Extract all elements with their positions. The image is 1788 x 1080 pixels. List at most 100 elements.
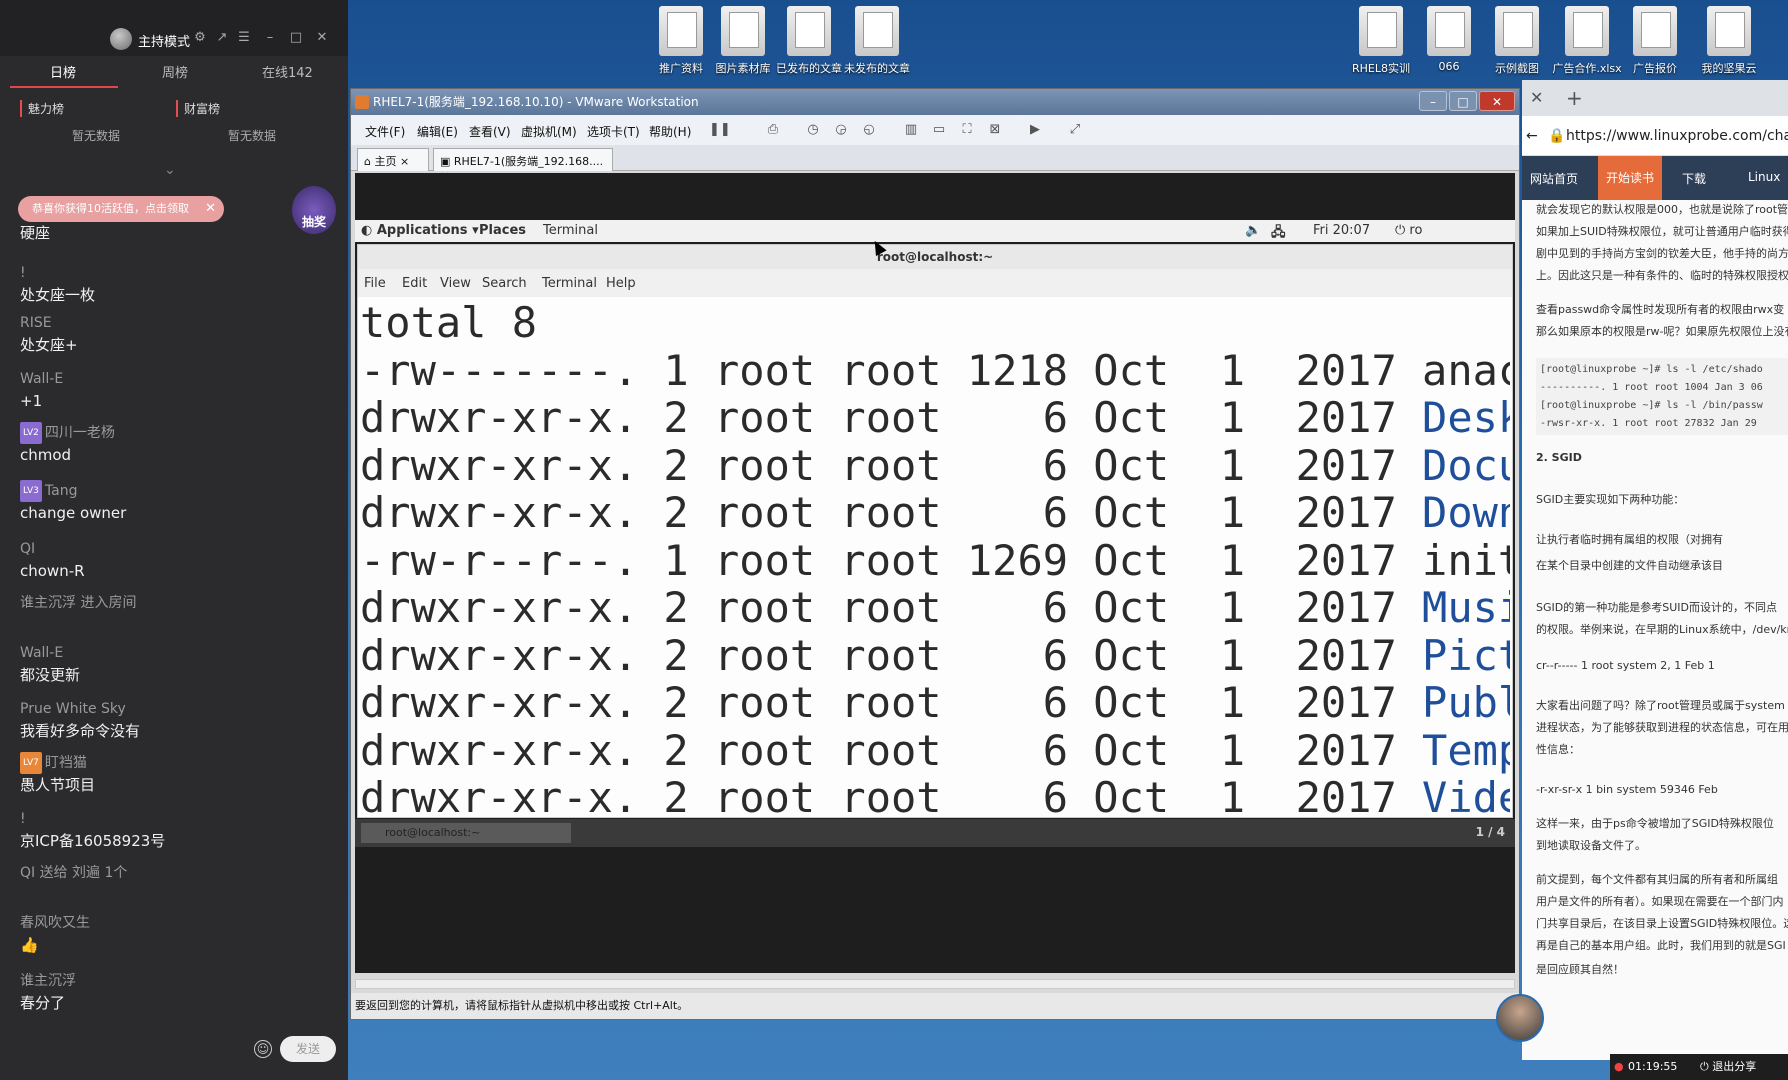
chat-username[interactable]: 谁主沉浮 — [20, 970, 76, 992]
chat-username[interactable]: Wall-E — [20, 642, 80, 664]
exit-share-button[interactable]: ⏻ 退出分享 — [1700, 1054, 1756, 1080]
close-icon[interactable]: ✕ — [314, 30, 330, 46]
maximize-button[interactable]: □ — [1449, 91, 1477, 111]
volume-icon[interactable]: 🔈 — [1245, 223, 1261, 238]
term-menu-help[interactable]: Help — [606, 276, 636, 291]
reward-notice[interactable]: 恭喜你获得10活跃值，点击领取 ✕ — [18, 196, 224, 222]
manage-snapshot-icon[interactable]: ◵ — [861, 122, 877, 138]
stretch-icon[interactable]: ⤢ — [1067, 122, 1083, 138]
term-menu-edit[interactable]: Edit — [402, 276, 427, 291]
nav-download[interactable]: 下载 — [1682, 170, 1706, 187]
desktop-icon[interactable]: 广告报价 — [1616, 6, 1694, 76]
wealth-rank[interactable]: 财富榜 — [176, 100, 220, 117]
charm-rank[interactable]: 魅力榜 — [20, 100, 64, 117]
tab-daily[interactable]: 日榜 — [50, 62, 76, 81]
new-tab-icon[interactable]: + — [1566, 86, 1583, 110]
term-menu-search[interactable]: Search — [482, 276, 527, 291]
desktop-icon[interactable]: 已发布的文章 — [770, 6, 848, 76]
avatar[interactable] — [110, 28, 132, 50]
term-menu-terminal[interactable]: Terminal — [542, 276, 597, 291]
snapshot-icon[interactable]: ◷ — [805, 122, 821, 138]
back-icon[interactable]: ← — [1526, 116, 1538, 156]
workspace-indicator[interactable]: 1 / 4 — [1476, 825, 1505, 839]
tab-home[interactable]: ⌂ 主页 × — [357, 148, 429, 171]
nav-home[interactable]: 网站首页 — [1530, 170, 1578, 187]
applications-menu[interactable]: ◐ Applications ▾ — [361, 223, 479, 238]
browser-window: ✕ + ← 🔒 https://www.linuxprobe.com/chapt… — [1522, 80, 1788, 1060]
chat-username[interactable]: ! — [20, 262, 95, 284]
term-menu-view[interactable]: View — [440, 276, 471, 291]
horizontal-scrollbar[interactable] — [355, 979, 1515, 989]
term-menu-file[interactable]: File — [364, 276, 386, 291]
chevron-down-icon[interactable]: ⌄ — [164, 162, 176, 178]
network-icon[interactable]: 🖧 — [1271, 223, 1286, 245]
chat-username[interactable]: QI — [20, 538, 85, 560]
article-paragraph: 大家看出问题了吗？除了root管理员或属于system — [1536, 699, 1785, 712]
tab-vm[interactable]: ▣ RHEL7-1(服务端_192.168.... × — [433, 148, 613, 182]
emoji-icon[interactable]: ☺ — [254, 1040, 272, 1058]
desktop-icon[interactable]: 我的坚果云 — [1690, 6, 1768, 76]
chat-message: Wall-E +1 — [20, 368, 63, 412]
chat-message: LV2 四川一老杨 chmod — [20, 422, 115, 466]
menu-file[interactable]: 文件(F) — [365, 123, 405, 140]
nav-start-reading[interactable]: 开始读书 — [1598, 156, 1663, 200]
tab-weekly[interactable]: 周榜 — [162, 62, 188, 81]
console-icon[interactable]: ▶ — [1027, 122, 1043, 138]
settings-icon[interactable]: ⚙ — [192, 30, 208, 46]
chat-text: +1 — [20, 392, 43, 410]
nav-linux[interactable]: Linux — [1748, 170, 1780, 184]
user-menu[interactable]: ⏻ ro — [1395, 223, 1422, 238]
chat-username[interactable]: LV2 四川一老杨 — [20, 422, 115, 444]
chat-username[interactable]: LV7 盯裆猫 — [20, 752, 95, 774]
desktop-icon[interactable]: 066 — [1410, 6, 1488, 73]
menu-vm[interactable]: 虚拟机(M) — [521, 123, 577, 140]
chat-username[interactable]: 谁主沉浮 进入房间 — [20, 592, 136, 614]
desktop-icon[interactable]: 示例截图 — [1478, 6, 1556, 76]
thumbnail-icon[interactable]: ▭ — [931, 122, 947, 138]
terminal-filename: initia — [1422, 535, 1510, 585]
send-button[interactable]: 发送 — [280, 1036, 336, 1062]
address-bar[interactable]: ← 🔒 https://www.linuxprobe.com/chapt — [1522, 116, 1788, 156]
places-menu[interactable]: Places — [479, 223, 526, 238]
taskbar-terminal[interactable]: root@localhost:~ — [361, 823, 571, 843]
maximize-icon[interactable]: □ — [288, 30, 304, 46]
close-button[interactable]: ✕ — [1479, 91, 1515, 111]
menu-help[interactable]: 帮助(H) — [649, 123, 691, 140]
menu-edit[interactable]: 编辑(E) — [417, 123, 458, 140]
chat-username[interactable]: 春风吹又生 — [20, 912, 90, 934]
terminal-output[interactable]: total 8 -rw-------. 1 root root 1218 Oct … — [360, 299, 1510, 815]
desktop-icon[interactable]: 未发布的文章 — [838, 6, 916, 76]
pause-icon[interactable]: ❚❚ — [709, 122, 731, 138]
desktop-icon[interactable]: RHEL8实训 — [1342, 6, 1420, 76]
tab-online[interactable]: 在线142 — [262, 62, 313, 81]
terminal-line: drwxr-xr-x. 2 root root 6 Oct 1 2017 Tem… — [360, 726, 1510, 775]
clock[interactable]: Fri 20:07 — [1313, 223, 1370, 238]
chat-username[interactable]: Wall-E — [20, 368, 63, 390]
terminal-line: drwxr-xr-x. 2 root root 6 Oct 1 2017 Des… — [360, 394, 1510, 442]
send-keys-icon[interactable]: ⎙ — [765, 122, 781, 138]
unity-icon[interactable]: ⊠ — [987, 122, 1003, 138]
desktop-icon[interactable]: 广告合作.xlsx — [1548, 6, 1626, 76]
chat-username[interactable]: LV3 Tang — [20, 480, 126, 502]
close-tab-icon[interactable]: ✕ — [1530, 88, 1543, 107]
desktop-icon-label: 图片素材库 — [715, 62, 771, 75]
minimize-icon[interactable]: – — [262, 30, 278, 46]
menu-tabs[interactable]: 选项卡(T) — [587, 123, 640, 140]
sidebar-icon[interactable]: ▥ — [903, 122, 919, 138]
chat-username[interactable]: ! — [20, 808, 165, 830]
chat-message: 春风吹又生 👍 — [20, 912, 90, 956]
revert-snapshot-icon[interactable]: ◶ — [833, 122, 849, 138]
terminal-menu[interactable]: Terminal — [543, 223, 598, 238]
chat-username[interactable]: RISE — [20, 312, 78, 334]
terminal-line: drwxr-xr-x. 2 root root 6 Oct 1 2017 Vid… — [360, 774, 1510, 815]
fullscreen-icon[interactable]: ⛶ — [959, 122, 975, 138]
vm-screen[interactable]: ◐ Applications ▾ Places Terminal 🔈 🖧 Fri… — [355, 173, 1515, 973]
share-icon[interactable]: ↗ — [214, 30, 230, 46]
minimize-button[interactable]: – — [1419, 91, 1447, 111]
close-icon[interactable]: ✕ — [205, 196, 216, 222]
chat-username[interactable]: Prue White Sky — [20, 698, 140, 720]
chat-username[interactable]: QI 送给 刘遍 1个 — [20, 862, 127, 884]
menu-icon[interactable]: ☰ — [236, 30, 252, 46]
menu-view[interactable]: 查看(V) — [469, 123, 511, 140]
lottery-button[interactable]: 抽奖 — [292, 186, 336, 234]
